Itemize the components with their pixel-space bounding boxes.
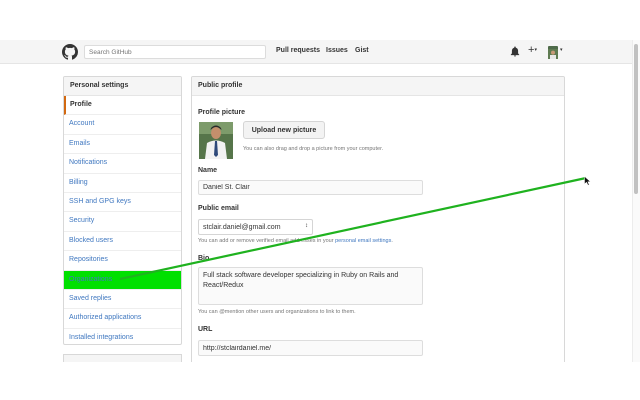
- sidebar-item-account[interactable]: Account: [64, 115, 181, 135]
- profile-picture-label: Profile picture: [198, 109, 246, 116]
- bio-textarea[interactable]: Full stack software developer specializi…: [198, 267, 423, 305]
- nav-gist[interactable]: Gist: [355, 47, 369, 54]
- nav-pull-requests[interactable]: Pull requests: [276, 47, 320, 54]
- mouse-cursor-icon: [584, 176, 592, 186]
- sidebar-item-billing[interactable]: Billing: [64, 174, 181, 193]
- chevron-down-icon: ▾: [560, 47, 563, 53]
- scrollbar-thumb[interactable]: [634, 44, 638, 194]
- chevron-down-icon: ▾: [534, 47, 537, 54]
- upload-note: You can also drag and drop a picture fro…: [243, 146, 384, 152]
- bio-note: You can @mention other users and organiz…: [198, 309, 356, 315]
- sidebar-title: Personal settings: [64, 77, 181, 96]
- sidebar-item-authorized-applications[interactable]: Authorized applications: [64, 309, 181, 329]
- sidebar-item-repositories[interactable]: Repositories: [64, 251, 181, 271]
- email-note-text: You can add or remove verified email add…: [198, 238, 334, 244]
- profile-picture: [199, 122, 233, 159]
- url-label: URL: [198, 326, 213, 333]
- bio-label: Bio: [198, 255, 210, 262]
- nav-issues[interactable]: Issues: [326, 47, 348, 54]
- public-email-label: Public email: [198, 205, 239, 212]
- sidebar-item-profile[interactable]: Profile: [64, 96, 181, 116]
- user-avatar-menu[interactable]: [548, 46, 558, 59]
- settings-sidebar: Personal settings Profile Account Emails…: [63, 76, 182, 345]
- email-note-end: .: [391, 238, 393, 244]
- name-input[interactable]: [198, 180, 423, 195]
- sidebar-item-blocked-users[interactable]: Blocked users: [64, 232, 181, 252]
- select-arrows-icon: ↕: [305, 223, 308, 229]
- bottom-margin: [0, 362, 640, 400]
- url-input[interactable]: [198, 340, 423, 356]
- sidebar-item-organizations[interactable]: Organizations: [64, 270, 181, 290]
- avatar-image: [548, 49, 558, 59]
- site-header: Pull requests Issues Gist +▾ ▾: [0, 40, 632, 64]
- sidebar-item-notifications[interactable]: Notifications: [64, 154, 181, 174]
- top-margin: [0, 0, 640, 40]
- upload-picture-button[interactable]: Upload new picture: [243, 121, 325, 139]
- sidebar-item-saved-replies[interactable]: Saved replies: [64, 290, 181, 310]
- public-email-value: stclair.daniel@gmail.com: [203, 224, 281, 231]
- panel-title: Public profile: [192, 77, 564, 96]
- create-new-dropdown[interactable]: +▾: [528, 44, 537, 56]
- public-email-select[interactable]: stclair.daniel@gmail.com ↕: [198, 219, 313, 235]
- sidebar-item-installed-integrations[interactable]: Installed integrations: [64, 329, 181, 344]
- sidebar-item-emails[interactable]: Emails: [64, 135, 181, 155]
- bell-icon[interactable]: [510, 46, 520, 57]
- name-label: Name: [198, 167, 218, 174]
- personal-email-settings-link[interactable]: personal email settings: [335, 238, 391, 244]
- public-profile-panel: Public profile Profile picture Upload ne…: [191, 76, 565, 366]
- search-input[interactable]: [84, 45, 266, 59]
- sidebar-item-ssh-gpg-keys[interactable]: SSH and GPG keys: [64, 193, 181, 213]
- email-note: You can add or remove verified email add…: [198, 238, 393, 244]
- sidebar-item-security[interactable]: Security: [64, 212, 181, 232]
- github-logo-icon[interactable]: [62, 44, 78, 60]
